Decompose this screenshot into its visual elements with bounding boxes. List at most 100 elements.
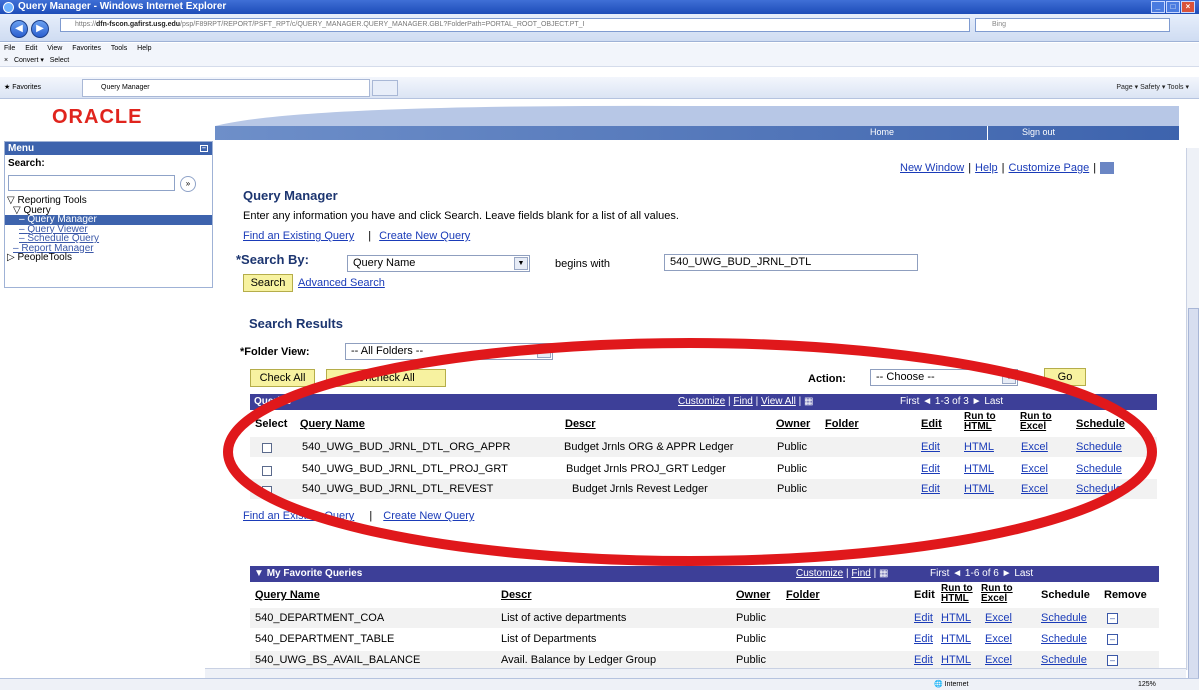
back-icon[interactable]: ◀ bbox=[10, 20, 28, 38]
fav-row-html-link[interactable]: HTML bbox=[941, 612, 971, 624]
menu-help[interactable]: Help bbox=[137, 45, 151, 52]
minimize-button[interactable]: _ bbox=[1151, 1, 1165, 13]
fav-row-excel-link[interactable]: Excel bbox=[985, 633, 1012, 645]
row-checkbox[interactable] bbox=[262, 486, 272, 496]
fav-row-html-link[interactable]: HTML bbox=[941, 654, 971, 666]
menu-view[interactable]: View bbox=[47, 45, 62, 52]
uncheck-all-button[interactable]: Uncheck All bbox=[326, 369, 446, 387]
fav-col-descr[interactable]: Descr bbox=[501, 589, 532, 601]
row-excel-link[interactable]: Excel bbox=[1021, 483, 1048, 495]
first-link[interactable]: First bbox=[930, 568, 949, 579]
last-link[interactable]: Last bbox=[1014, 568, 1033, 579]
row-schedule-link[interactable]: Schedule bbox=[1076, 463, 1122, 475]
row-checkbox[interactable] bbox=[262, 443, 272, 453]
close-window-button[interactable]: × bbox=[1181, 1, 1195, 13]
fav-row-excel-link[interactable]: Excel bbox=[985, 654, 1012, 666]
create-new-query-link[interactable]: Create New Query bbox=[379, 230, 470, 242]
select-button[interactable]: Select bbox=[50, 57, 69, 64]
create-new-query-link-2[interactable]: Create New Query bbox=[383, 510, 474, 522]
remove-favorite-icon[interactable]: – bbox=[1107, 655, 1118, 666]
favorites-button[interactable]: ★ Favorites bbox=[4, 81, 41, 95]
check-all-button[interactable]: Check All bbox=[250, 369, 315, 387]
maximize-button[interactable]: □ bbox=[1166, 1, 1180, 13]
row-schedule-link[interactable]: Schedule bbox=[1076, 441, 1122, 453]
row-html-link[interactable]: HTML bbox=[964, 441, 994, 453]
collapse-menu-icon[interactable]: – bbox=[200, 145, 208, 152]
scroll-thumb[interactable] bbox=[1188, 308, 1199, 688]
menu-tools[interactable]: Tools bbox=[111, 45, 127, 52]
fav-row-html-link[interactable]: HTML bbox=[941, 633, 971, 645]
next-icon[interactable]: ► bbox=[972, 396, 982, 407]
fav-row-edit-link[interactable]: Edit bbox=[914, 612, 933, 624]
fav-row-edit-link[interactable]: Edit bbox=[914, 633, 933, 645]
action-select[interactable]: -- Choose -- ▼ bbox=[870, 369, 1018, 386]
grid-icon[interactable]: ▦ bbox=[804, 396, 813, 407]
find-existing-query-link-2[interactable]: Find an Existing Query bbox=[243, 510, 354, 522]
row-edit-link[interactable]: Edit bbox=[921, 483, 940, 495]
convert-button[interactable]: Convert bbox=[14, 57, 39, 64]
menu-search-input[interactable] bbox=[8, 175, 175, 191]
http-icon[interactable] bbox=[1100, 162, 1115, 175]
search-button[interactable]: Search bbox=[243, 274, 293, 292]
grid-icon[interactable]: ▦ bbox=[879, 568, 888, 579]
row-edit-link[interactable]: Edit bbox=[921, 441, 940, 453]
forward-icon[interactable]: ▶ bbox=[31, 20, 49, 38]
menu-item-peopletools[interactable]: ▷ PeopleTools bbox=[5, 253, 212, 263]
row-html-link[interactable]: HTML bbox=[964, 483, 994, 495]
row-edit-link[interactable]: Edit bbox=[921, 463, 940, 475]
address-field[interactable]: https://dfn-fscon.gafirst.usg.edu/psp/F8… bbox=[60, 18, 970, 32]
zoom-level[interactable]: 125% bbox=[1138, 679, 1156, 690]
query-name-input[interactable]: 540_UWG_BUD_JRNL_DTL bbox=[664, 254, 918, 271]
row-html-link[interactable]: HTML bbox=[964, 463, 994, 475]
col-descr[interactable]: Descr bbox=[565, 418, 596, 430]
find-link[interactable]: Find bbox=[851, 568, 870, 579]
home-link[interactable]: Home bbox=[870, 127, 894, 137]
col-query-name[interactable]: Query Name bbox=[300, 418, 365, 430]
new-window-link[interactable]: New Window bbox=[900, 162, 964, 174]
view-all-link[interactable]: View All bbox=[761, 396, 796, 407]
fav-row-edit-link[interactable]: Edit bbox=[914, 654, 933, 666]
menu-search-go-icon[interactable]: » bbox=[180, 176, 196, 192]
row-excel-link[interactable]: Excel bbox=[1021, 463, 1048, 475]
row-excel-link[interactable]: Excel bbox=[1021, 441, 1048, 453]
fav-row-schedule-link[interactable]: Schedule bbox=[1041, 612, 1087, 624]
customize-page-link[interactable]: Customize Page bbox=[1009, 162, 1090, 174]
folder-view-select[interactable]: -- All Folders -- ▼ bbox=[345, 343, 553, 360]
find-link[interactable]: Find bbox=[733, 396, 752, 407]
col-folder[interactable]: Folder bbox=[825, 418, 859, 430]
fav-row-schedule-link[interactable]: Schedule bbox=[1041, 654, 1087, 666]
menu-file[interactable]: File bbox=[4, 45, 15, 52]
collapse-triangle-icon[interactable]: ▼ bbox=[254, 568, 267, 579]
find-existing-query-link[interactable]: Find an Existing Query bbox=[243, 230, 354, 242]
fav-col-query-name[interactable]: Query Name bbox=[255, 589, 320, 601]
go-button[interactable]: Go bbox=[1044, 368, 1086, 386]
fav-col-folder[interactable]: Folder bbox=[786, 589, 820, 601]
fav-row-excel-link[interactable]: Excel bbox=[985, 612, 1012, 624]
remove-favorite-icon[interactable]: – bbox=[1107, 613, 1118, 624]
prev-icon[interactable]: ◄ bbox=[922, 396, 932, 407]
row-schedule-link[interactable]: Schedule bbox=[1076, 483, 1122, 495]
menu-favorites[interactable]: Favorites bbox=[72, 45, 101, 52]
first-link[interactable]: First bbox=[900, 396, 919, 407]
customize-link[interactable]: Customize bbox=[796, 568, 843, 579]
row-checkbox[interactable] bbox=[262, 466, 272, 476]
new-tab-button[interactable] bbox=[372, 80, 398, 96]
advanced-search-link[interactable]: Advanced Search bbox=[298, 277, 385, 289]
fav-col-owner[interactable]: Owner bbox=[736, 589, 770, 601]
last-link[interactable]: Last bbox=[984, 396, 1003, 407]
customize-link[interactable]: Customize bbox=[678, 396, 725, 407]
menu-edit[interactable]: Edit bbox=[25, 45, 37, 52]
vertical-scrollbar[interactable] bbox=[1186, 148, 1199, 688]
ie-toolbar-right[interactable]: Page ▾ Safety ▾ Tools ▾ bbox=[1116, 81, 1189, 95]
horizontal-scrollbar[interactable] bbox=[205, 668, 1186, 678]
signout-link[interactable]: Sign out bbox=[1022, 127, 1055, 137]
remove-favorite-icon[interactable]: – bbox=[1107, 634, 1118, 645]
close-toolbar-icon[interactable]: × bbox=[4, 57, 12, 64]
browser-search-field[interactable]: Bing bbox=[975, 18, 1170, 32]
col-owner[interactable]: Owner bbox=[776, 418, 810, 430]
search-by-select[interactable]: Query Name ▼ bbox=[347, 255, 530, 272]
prev-icon[interactable]: ◄ bbox=[952, 568, 962, 579]
help-link[interactable]: Help bbox=[975, 162, 998, 174]
next-icon[interactable]: ► bbox=[1002, 568, 1012, 579]
fav-row-schedule-link[interactable]: Schedule bbox=[1041, 633, 1087, 645]
